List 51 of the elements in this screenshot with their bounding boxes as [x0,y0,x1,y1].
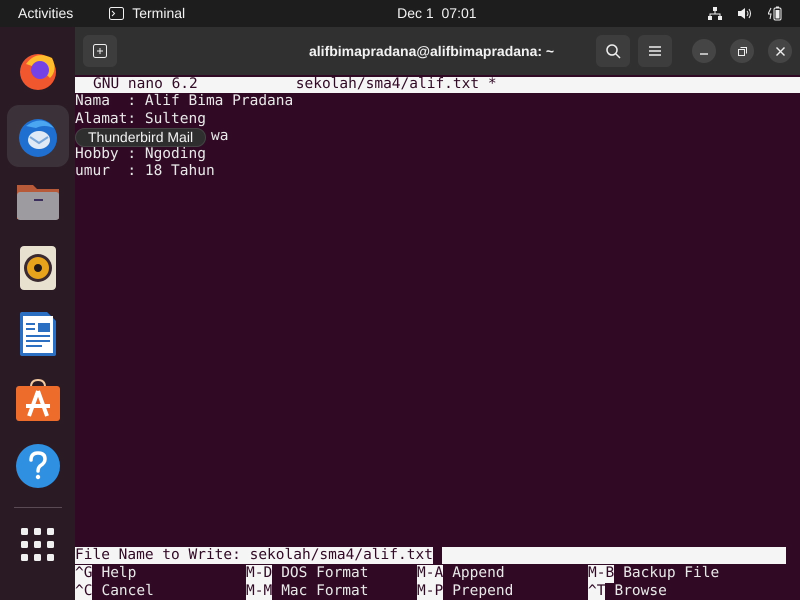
new-tab-button[interactable] [83,35,117,67]
shortcut-key: M-M [246,582,272,600]
close-icon [776,46,784,56]
shortcut-label: Cancel [101,582,154,600]
dock-item[interactable] [6,105,68,167]
text-line: umur : 18 Tahun [75,163,215,180]
window-title: alifbimapradana@alifbimapradana: ~ [309,42,554,61]
text-line: Alamat: Sulteng [75,110,206,128]
network-icon[interactable] [708,7,722,20]
app-menu-label[interactable]: Terminal [132,3,186,24]
shortcut-key: ^C [75,582,92,600]
nano-version: GNU nano 6.2 [93,76,198,94]
restore-icon [738,46,746,56]
minimize-button[interactable] [692,39,716,63]
activities-button[interactable]: Activities [18,3,74,24]
new-tab-icon [93,44,107,58]
app-grid-icon[interactable] [20,528,54,562]
shortcut-label: Append [452,565,505,582]
shortcut-label: Backup File [623,565,720,582]
text-line: Nama : Alif Bima Pradana [75,93,294,110]
shortcut-label: Help [101,565,136,582]
shopping-bag-icon[interactable] [14,378,60,422]
text-line: wa [211,128,228,146]
save-prompt: File Name to Write: sekolah/sma4/alif.txt [75,546,433,564]
shortcut-key: M-D [246,565,272,582]
help-icon[interactable] [14,443,60,489]
shortcut-key: M-B [588,565,614,582]
file-name: sekolah/sma4/alif.txt * [296,76,497,94]
volume-icon[interactable] [738,7,752,20]
speaker-icon[interactable] [18,245,56,291]
shortcut-label: DOS Format [281,565,369,582]
document-icon[interactable] [18,311,56,357]
filename-input[interactable] [442,546,786,564]
shortcut-label: Browse [614,582,667,600]
maximize-button[interactable] [730,39,754,63]
shortcut-label: Mac Format [281,582,369,600]
menu-button[interactable] [638,35,672,67]
terminal-icon [109,7,124,20]
close-button[interactable] [768,39,792,63]
shortcut-label: Prepend [452,582,514,600]
battery-icon[interactable] [768,6,782,21]
shortcut-key: M-P [417,582,444,600]
shortcut-key: ^G [75,565,92,582]
shortcut-key: M-A [417,565,444,582]
text-line: Hobby : Ngoding [75,146,206,163]
clock[interactable]: Dec 1 07:01 [397,3,477,24]
tooltip: Thunderbird Mail [75,128,206,147]
search-button[interactable] [596,35,630,67]
menu-icon [649,46,661,56]
search-icon [606,44,620,58]
shortcut-key: ^T [588,582,606,600]
